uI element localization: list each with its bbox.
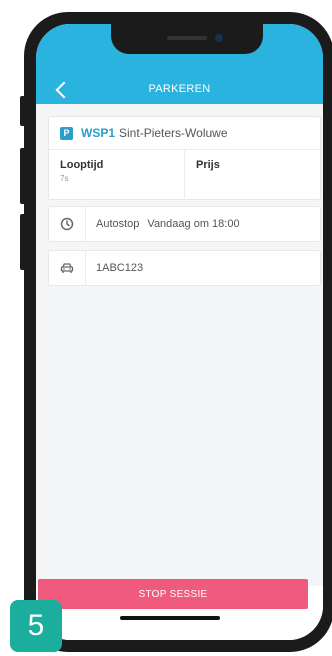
mute-switch [20, 96, 26, 126]
phone-frame: PARKEREN P WSP1 Sint-Pieters-Woluwe Loop… [24, 12, 332, 652]
zone-name: Sint-Pieters-Woluwe [119, 126, 228, 140]
zone-code: WSP1 [81, 126, 116, 140]
clock-icon-wrap [49, 207, 86, 241]
home-indicator [120, 616, 220, 620]
page-title: PARKEREN [148, 83, 211, 95]
speaker [167, 36, 207, 40]
phone-notch [111, 24, 263, 54]
car-icon-wrap [49, 251, 86, 285]
autostop-text: Autostop Vandaag om 18:00 [86, 218, 240, 230]
zone-row[interactable]: P WSP1 Sint-Pieters-Woluwe [49, 117, 320, 150]
app-screen: PARKEREN P WSP1 Sint-Pieters-Woluwe Loop… [36, 24, 323, 640]
vehicle-row[interactable]: 1ABC123 [48, 250, 321, 286]
duration-cell: Looptijd 7s [49, 150, 184, 198]
duration-label: Looptijd [60, 159, 104, 171]
parking-icon: P [60, 126, 73, 140]
volume-down-button [20, 214, 26, 270]
duration-value: 7s [60, 174, 69, 183]
camera [215, 34, 223, 42]
price-cell: Prijs [184, 150, 320, 198]
clock-icon [60, 217, 74, 231]
session-card: P WSP1 Sint-Pieters-Woluwe Looptijd 7s P… [48, 116, 321, 200]
volume-up-button [20, 148, 26, 204]
autostop-label: Autostop [96, 218, 140, 230]
license-plate: 1ABC123 [96, 262, 144, 274]
car-icon [60, 263, 74, 273]
step-number-badge: 5 [10, 600, 62, 652]
info-row: Looptijd 7s Prijs [49, 150, 320, 198]
autostop-row[interactable]: Autostop Vandaag om 18:00 [48, 206, 321, 242]
price-label: Prijs [196, 159, 220, 171]
autostop-value: Vandaag om 18:00 [147, 218, 240, 230]
stop-session-button[interactable]: STOP SESSIE [38, 579, 308, 609]
